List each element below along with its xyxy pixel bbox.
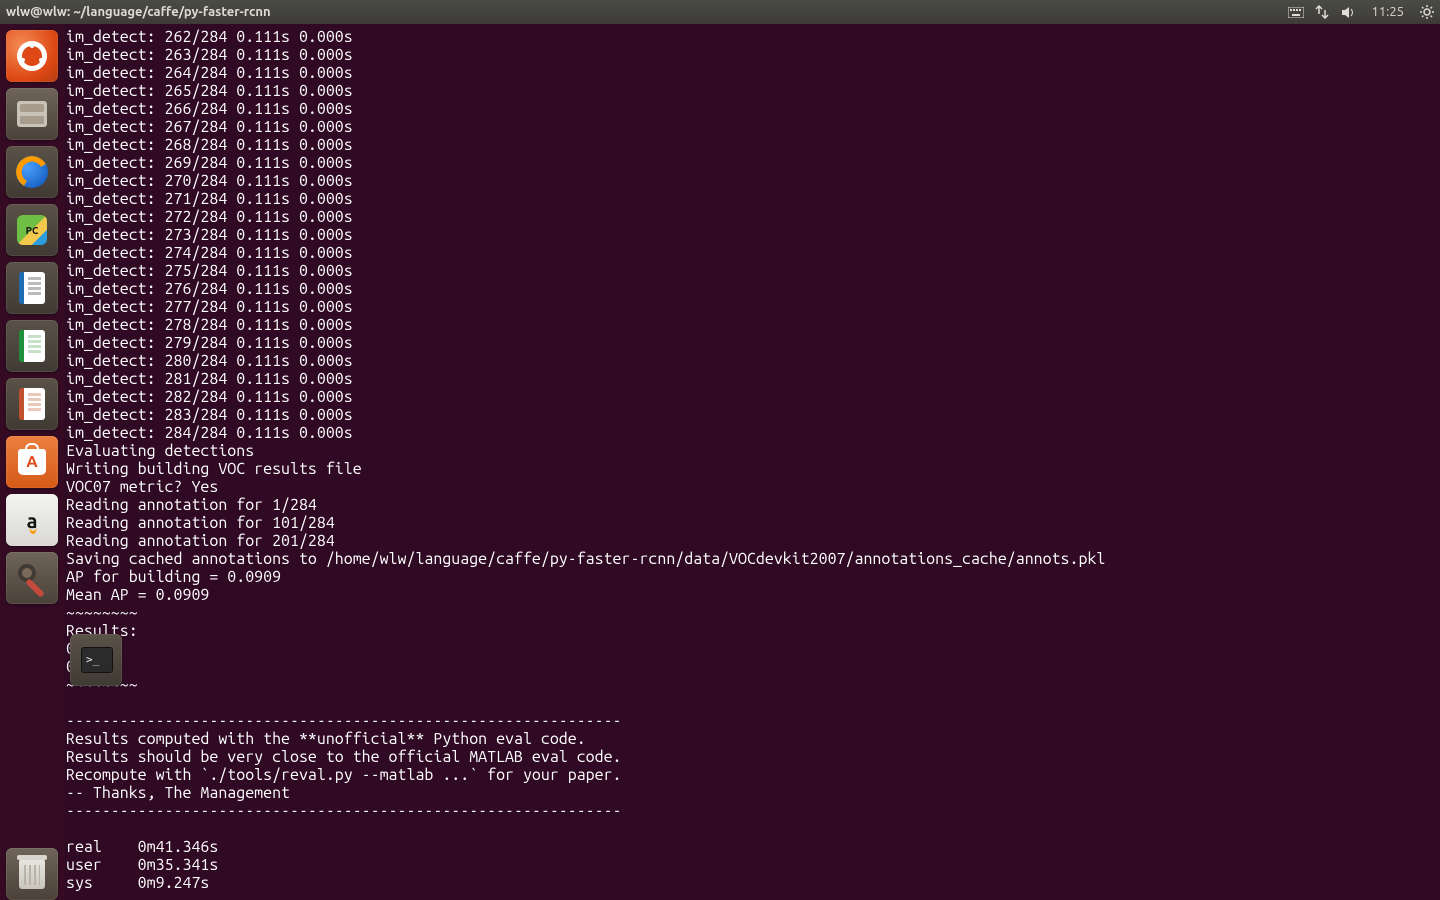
terminal-launcher[interactable]: >_ — [70, 634, 122, 686]
terminal-line: im_detect: 265/284 0.111s 0.000s — [66, 82, 1440, 100]
terminal-line: sys 0m9.247s — [66, 874, 1440, 892]
terminal-line: Mean AP = 0.0909 — [66, 586, 1440, 604]
trash-launcher[interactable] — [6, 848, 58, 900]
terminal-line: 0.091 — [66, 658, 1440, 676]
terminal-line: im_detect: 266/284 0.111s 0.000s — [66, 100, 1440, 118]
terminal-line: Reading annotation for 101/284 — [66, 514, 1440, 532]
calc-launcher[interactable] — [6, 320, 58, 372]
terminal-line: im_detect: 269/284 0.111s 0.000s — [66, 154, 1440, 172]
terminal-line: im_detect: 262/284 0.111s 0.000s — [66, 28, 1440, 46]
terminal-line: Recompute with `./tools/reval.py --matla… — [66, 766, 1440, 784]
file-drawer-icon — [17, 101, 47, 127]
terminal-line: Reading annotation for 1/284 — [66, 496, 1440, 514]
terminal-line — [66, 694, 1440, 712]
firefox-icon — [16, 156, 48, 188]
shopping-bag-icon — [18, 449, 46, 475]
terminal-line: Reading annotation for 201/284 — [66, 532, 1440, 550]
terminal-line: 0.091 — [66, 640, 1440, 658]
terminal-line: im_detect: 280/284 0.111s 0.000s — [66, 352, 1440, 370]
network-indicator-icon[interactable] — [1309, 0, 1335, 24]
terminal-line: ~~~~~~~~ — [66, 676, 1440, 694]
terminal-line: im_detect: 281/284 0.111s 0.000s — [66, 370, 1440, 388]
writer-icon — [19, 272, 45, 304]
terminal-line: im_detect: 284/284 0.111s 0.000s — [66, 424, 1440, 442]
terminal-line: ----------------------------------------… — [66, 712, 1440, 730]
trash-icon — [19, 859, 45, 889]
terminal-line: real 0m41.346s — [66, 838, 1440, 856]
terminal-line: Results computed with the **unofficial**… — [66, 730, 1440, 748]
terminal-line: im_detect: 270/284 0.111s 0.000s — [66, 172, 1440, 190]
terminal-line: im_detect: 264/284 0.111s 0.000s — [66, 64, 1440, 82]
terminal-line: im_detect: 273/284 0.111s 0.000s — [66, 226, 1440, 244]
terminal-line: im_detect: 263/284 0.111s 0.000s — [66, 46, 1440, 64]
impress-icon — [19, 388, 45, 420]
terminal-line: Results should be very close to the offi… — [66, 748, 1440, 766]
terminal-line: Results: — [66, 622, 1440, 640]
settings-launcher[interactable] — [6, 552, 58, 604]
ubuntu-logo-icon — [17, 41, 47, 71]
terminal-line: im_detect: 275/284 0.111s 0.000s — [66, 262, 1440, 280]
clock[interactable]: 11:25 — [1361, 5, 1414, 19]
writer-launcher[interactable] — [6, 262, 58, 314]
pycharm-icon: PC — [17, 215, 47, 245]
dash-button[interactable] — [6, 30, 58, 82]
terminal-line: im_detect: 283/284 0.111s 0.000s — [66, 406, 1440, 424]
terminal-line: Evaluating detections — [66, 442, 1440, 460]
terminal-line: user 0m35.341s — [66, 856, 1440, 874]
terminal-line: VOC07 metric? Yes — [66, 478, 1440, 496]
software-center-launcher[interactable] — [6, 436, 58, 488]
terminal-line: im_detect: 267/284 0.111s 0.000s — [66, 118, 1440, 136]
terminal-line: im_detect: 277/284 0.111s 0.000s — [66, 298, 1440, 316]
terminal-line: im_detect: 276/284 0.111s 0.000s — [66, 280, 1440, 298]
amazon-launcher[interactable]: a — [6, 494, 58, 546]
terminal-line: ----------------------------------------… — [66, 802, 1440, 820]
terminal-line: im_detect: 279/284 0.111s 0.000s — [66, 334, 1440, 352]
amazon-icon: a — [27, 509, 38, 532]
terminal-line: Saving cached annotations to /home/wlw/l… — [66, 550, 1440, 568]
terminal-icon: >_ — [81, 647, 113, 673]
files-launcher[interactable] — [6, 88, 58, 140]
terminal-line: AP for building = 0.0909 — [66, 568, 1440, 586]
impress-launcher[interactable] — [6, 378, 58, 430]
pycharm-launcher[interactable]: PC — [6, 204, 58, 256]
system-cog-icon[interactable] — [1414, 0, 1440, 24]
terminal-line: im_detect: 268/284 0.111s 0.000s — [66, 136, 1440, 154]
terminal-line: im_detect: 282/284 0.111s 0.000s — [66, 388, 1440, 406]
calc-icon — [19, 330, 45, 362]
terminal-line: im_detect: 271/284 0.111s 0.000s — [66, 190, 1440, 208]
keyboard-indicator-icon[interactable] — [1283, 0, 1309, 24]
terminal-line: -- Thanks, The Management — [66, 784, 1440, 802]
firefox-launcher[interactable] — [6, 146, 58, 198]
sound-indicator-icon[interactable] — [1335, 0, 1361, 24]
terminal-line — [66, 820, 1440, 838]
top-panel: wlw@wlw: ~/language/caffe/py-faster-rcnn… — [0, 0, 1440, 24]
terminal-output[interactable]: im_detect: 262/284 0.111s 0.000sim_detec… — [64, 24, 1440, 900]
terminal-line: im_detect: 274/284 0.111s 0.000s — [66, 244, 1440, 262]
terminal-line: im_detect: 272/284 0.111s 0.000s — [66, 208, 1440, 226]
gear-wrench-icon — [16, 562, 48, 594]
terminal-line: Writing building VOC results file — [66, 460, 1440, 478]
terminal-line: im_detect: 278/284 0.111s 0.000s — [66, 316, 1440, 334]
launcher: PC a >_ — [0, 24, 64, 900]
terminal-line: ~~~~~~~~ — [66, 604, 1440, 622]
window-title: wlw@wlw: ~/language/caffe/py-faster-rcnn — [0, 5, 271, 19]
